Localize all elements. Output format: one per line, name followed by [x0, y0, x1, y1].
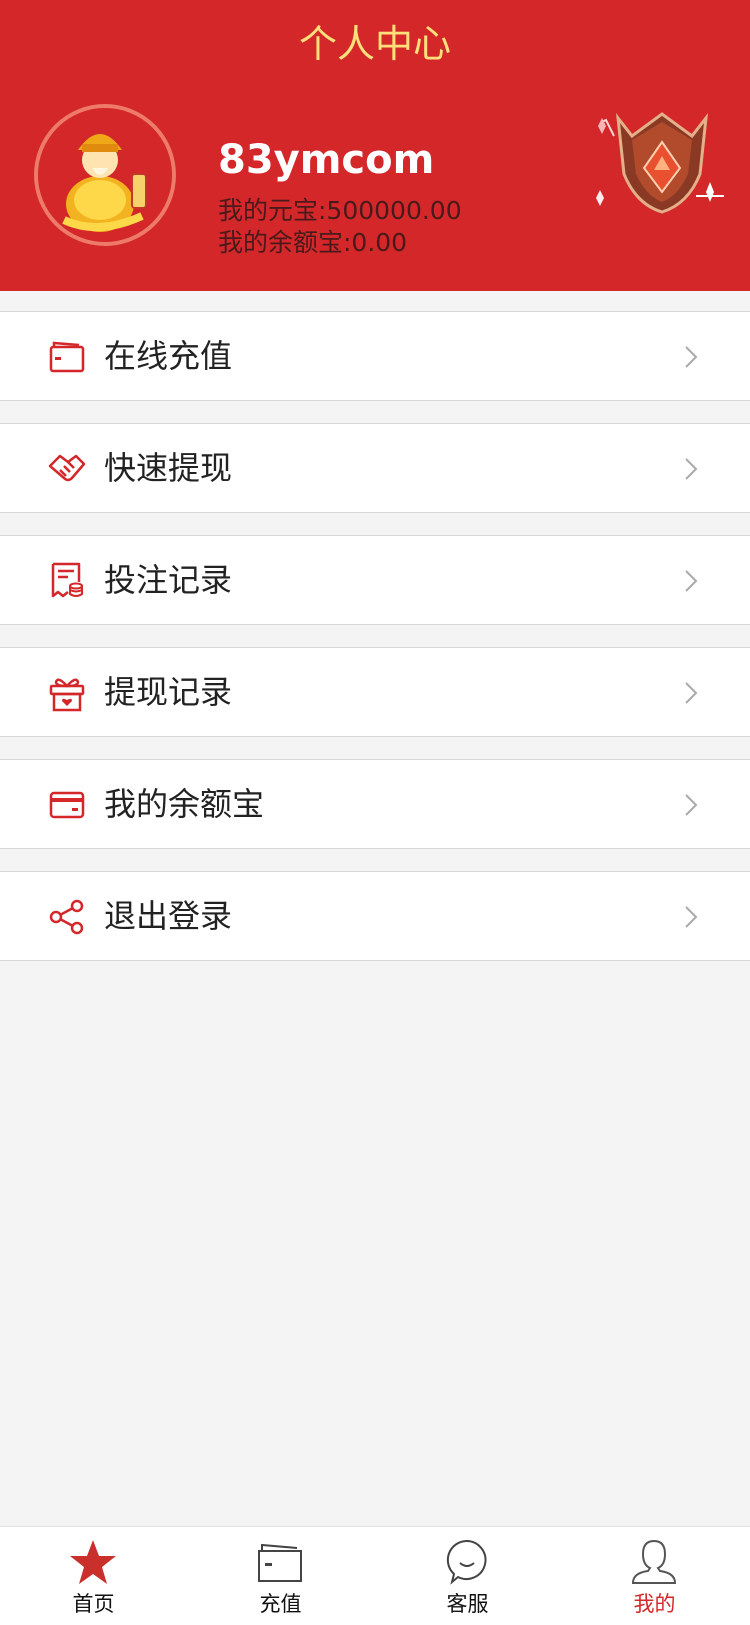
- user-icon: [631, 1539, 677, 1584]
- tab-label: 充值: [259, 1592, 302, 1616]
- tab-recharge[interactable]: 充值: [187, 1527, 374, 1625]
- profile-header: 个人中心 83ymcom 我的元宝:500000.00 我的余额宝:0.00: [0, 0, 750, 291]
- yuanbao-balance: 我的元宝:500000.00: [218, 196, 462, 225]
- menu-label: 提现记录: [104, 673, 233, 711]
- chevron-right-icon: [685, 794, 698, 816]
- yuebao-balance: 我的余额宝:0.00: [218, 228, 408, 257]
- card-icon: [49, 791, 85, 819]
- share-icon: [49, 899, 84, 935]
- menu-item-logout[interactable]: 退出登录: [0, 871, 750, 961]
- fortune-god-avatar-icon: [38, 108, 172, 242]
- menu-item-my-yuebao[interactable]: 我的余额宝: [0, 759, 750, 849]
- menu-item-bet-records[interactable]: 投注记录: [0, 535, 750, 625]
- star-icon: [70, 1540, 116, 1584]
- menu-label: 在线充值: [104, 337, 233, 375]
- tab-customer-service[interactable]: 客服: [374, 1527, 561, 1625]
- chevron-right-icon: [685, 458, 698, 480]
- tab-label: 客服: [446, 1592, 489, 1616]
- receipt-icon: [51, 562, 83, 598]
- wallet-icon: [49, 341, 85, 373]
- tab-label: 首页: [72, 1592, 115, 1616]
- tab-mine[interactable]: 我的: [561, 1527, 748, 1625]
- gift-icon: [49, 678, 85, 712]
- menu-item-online-recharge[interactable]: 在线充值: [0, 311, 750, 401]
- bottom-tab-bar: 首页 充值 客服 我的: [0, 1526, 750, 1625]
- menu-label: 退出登录: [104, 897, 233, 935]
- handshake-icon: [48, 454, 86, 482]
- menu-label: 投注记录: [104, 561, 233, 599]
- avatar[interactable]: [34, 104, 176, 246]
- chevron-right-icon: [685, 570, 698, 592]
- tab-label: 我的: [633, 1592, 676, 1616]
- page-title: 个人中心: [298, 22, 451, 66]
- chevron-right-icon: [685, 346, 698, 368]
- menu-label: 快速提现: [104, 449, 233, 487]
- chevron-right-icon: [685, 682, 698, 704]
- menu-item-quick-withdraw[interactable]: 快速提现: [0, 423, 750, 513]
- menu-label: 我的余额宝: [104, 785, 265, 823]
- chat-icon: [446, 1539, 487, 1585]
- tab-home[interactable]: 首页: [0, 1527, 187, 1625]
- rank-badge-icon: [596, 112, 724, 214]
- menu-item-withdraw-records[interactable]: 提现记录: [0, 647, 750, 737]
- chevron-right-icon: [685, 906, 698, 928]
- wallet-icon: [258, 1543, 302, 1582]
- username: 83ymcom: [218, 137, 435, 183]
